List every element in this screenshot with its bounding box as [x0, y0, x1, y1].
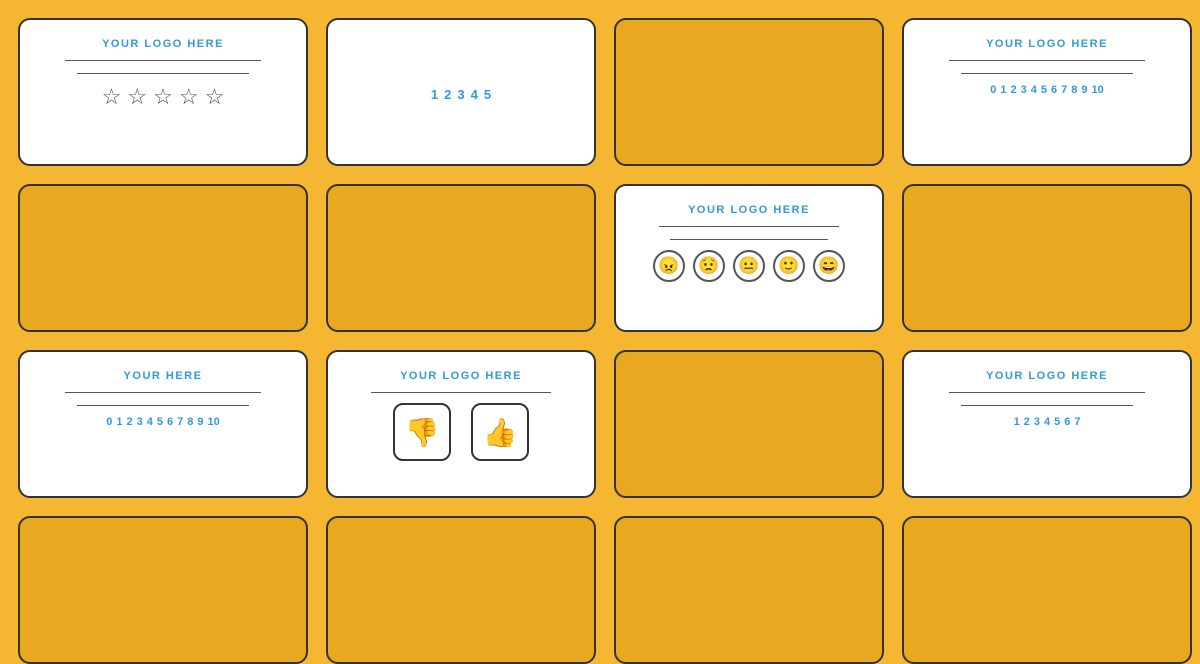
card-yellow-4	[18, 516, 308, 664]
card-yellow-2-2	[326, 184, 596, 332]
thumbs-up-box: 👍	[471, 403, 529, 461]
numbers-row-right-2: 1 2 3 4 5 6 7	[1014, 416, 1081, 428]
card-numbers-5: 1 2 3 4 5	[326, 18, 596, 166]
card-emoji: YOUR LOGO HERE 😠 😟 😐 🙂 😄	[614, 184, 884, 332]
star-3: ☆	[153, 84, 173, 110]
card-nps-1: YouR HeRE 0 1 2 3 4 5 6 7 8 9 10	[18, 350, 308, 498]
logo-text-thumbs: YOUR LOGO HERE	[400, 370, 522, 382]
logo-text-right: YOUR LOGO HERE	[986, 38, 1108, 50]
emoji-happy: 🙂	[773, 250, 805, 282]
card-yellow-4-2	[902, 184, 1192, 332]
divider-1	[65, 60, 262, 61]
numbers-row-3: 0 1 2 3 4 5 6 7 8 9 10	[106, 416, 220, 428]
thumbs-container: 👎 👍	[393, 403, 529, 461]
star-2: ☆	[127, 84, 147, 110]
card-yellow-2-4	[326, 516, 596, 664]
numbers-row-right: 0 1 2 3 4 5 6 7 8 9 10	[990, 84, 1104, 96]
numbers-1-5: 1 2 3 4 5	[431, 87, 491, 102]
card-nps-right: YOUR LOGO HERE 0 1 2 3 4 5 6 7 8 9 10	[902, 18, 1192, 166]
card-yellow-3-1	[614, 18, 884, 166]
main-grid: YOUR LOGO HERE ☆ ☆ ☆ ☆ ☆ YouR HeRE 0 1 2…	[0, 0, 1200, 630]
emoji-very-happy: 😄	[813, 250, 845, 282]
thumbs-down-icon: 👎	[405, 416, 440, 449]
star-5: ☆	[205, 84, 225, 110]
emoji-sad: 😟	[693, 250, 725, 282]
thumbs-up-icon: 👍	[483, 416, 518, 449]
card-yellow-3-3	[614, 350, 884, 498]
star-4: ☆	[179, 84, 199, 110]
divider-emoji	[659, 226, 840, 227]
card-stars: YOUR LOGO HERE ☆ ☆ ☆ ☆ ☆	[18, 18, 308, 166]
divider-3b	[77, 405, 249, 406]
logo-text-right-2: YOUR LOGO HERE	[986, 370, 1108, 382]
card-yellow-4-4	[902, 516, 1192, 664]
card-yellow-1	[18, 184, 308, 332]
divider-1b	[77, 73, 249, 74]
card-yellow-3-4	[614, 516, 884, 664]
card-thumbs: YOUR LOGO HERE 👎 👍	[326, 350, 596, 498]
star-1: ☆	[102, 84, 122, 110]
divider-right-3	[949, 392, 1146, 393]
logo-text-1: YOUR LOGO HERE	[102, 38, 224, 50]
logo-text-3: YouR HeRE	[124, 370, 203, 382]
emoji-neutral: 😐	[733, 250, 765, 282]
card-nps-right-2: YOUR LOGO HERE 1 2 3 4 5 6 7	[902, 350, 1192, 498]
thumbs-down-box: 👎	[393, 403, 451, 461]
divider-thumbs	[371, 392, 552, 393]
stars-row: ☆ ☆ ☆ ☆ ☆	[102, 84, 225, 110]
emoji-angry: 😠	[653, 250, 685, 282]
divider-3	[65, 392, 262, 393]
divider-emoji2	[670, 239, 828, 240]
divider-right-3b	[961, 405, 1133, 406]
logo-text-emoji: YOUR LOGO HERE	[688, 204, 810, 216]
divider-right	[949, 60, 1146, 61]
emoji-faces-row: 😠 😟 😐 🙂 😄	[653, 250, 845, 282]
divider-right2	[961, 73, 1133, 74]
